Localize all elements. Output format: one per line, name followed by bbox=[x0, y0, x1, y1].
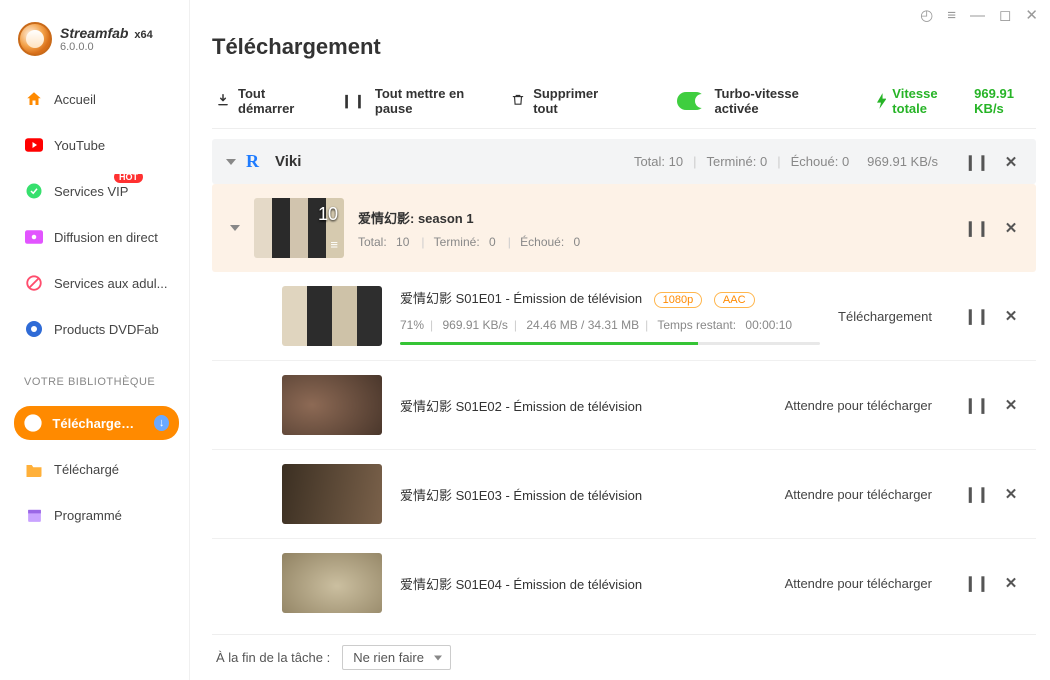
sidebar-section-label: VOTRE BIBLIOTHÈQUE bbox=[24, 376, 179, 388]
episode-thumbnail bbox=[282, 286, 382, 346]
season-title: 爱情幻影: season 1 bbox=[358, 208, 592, 227]
episode-remove-button[interactable]: ✕ bbox=[1000, 574, 1022, 592]
episode-meta: 71%| 969.91 KB/s| 24.46 MB / 34.31 MB| T… bbox=[400, 318, 820, 332]
minimize-icon[interactable]: — bbox=[970, 7, 985, 24]
season-row: 10 ≡ 爱情幻影: season 1 Total: 10| Terminé: … bbox=[212, 184, 1036, 272]
download-all-icon bbox=[216, 93, 230, 110]
source-name: Viki bbox=[275, 153, 301, 170]
episode-row: 爱情幻影 S01E04 - Émission de télévision Att… bbox=[212, 539, 1036, 627]
episode-thumbnail bbox=[282, 464, 382, 524]
source-remove-button[interactable]: ✕ bbox=[1000, 153, 1022, 171]
progress-bar bbox=[400, 342, 820, 345]
sidebar-item-downloading[interactable]: Téléchargement ↓ bbox=[14, 406, 179, 440]
audio-tag: AAC bbox=[714, 292, 755, 308]
sidebar-item-scheduled[interactable]: Programmé bbox=[14, 498, 179, 532]
episode-title: 爱情幻影 S01E03 - Émission de télévision bbox=[400, 485, 767, 504]
sidebar-item-vip[interactable]: Services VIP HOT bbox=[14, 174, 179, 208]
episode-thumbnail bbox=[282, 553, 382, 613]
close-icon[interactable]: ✕ bbox=[1025, 6, 1038, 24]
episode-status: Attendre pour télécharger bbox=[785, 576, 932, 591]
maximize-icon[interactable]: ◻ bbox=[999, 6, 1011, 24]
chevron-down-icon[interactable] bbox=[230, 225, 240, 231]
episode-remove-button[interactable]: ✕ bbox=[1000, 485, 1022, 503]
season-stats: Total: 10| Terminé: 0| Échoué: 0 bbox=[358, 235, 592, 249]
episode-thumbnail bbox=[282, 375, 382, 435]
trash-icon bbox=[511, 92, 525, 110]
folder-icon bbox=[24, 459, 44, 479]
brand: Streamfab x64 6.0.0.0 bbox=[14, 22, 179, 56]
episode-list: 爱情幻影 S01E01 - Émission de télévision 108… bbox=[212, 272, 1036, 627]
sidebar-item-live[interactable]: Diffusion en direct bbox=[14, 220, 179, 254]
total-speed: Vitesse totale 969.91 KB/s bbox=[877, 86, 1032, 116]
adult-icon bbox=[24, 273, 44, 293]
chevron-down-icon[interactable] bbox=[226, 159, 236, 165]
main: Téléchargement Tout démarrer ❙❙ Tout met… bbox=[190, 0, 1050, 680]
episode-title: 爱情幻影 S01E04 - Émission de télévision bbox=[400, 574, 767, 593]
sidebar: Streamfab x64 6.0.0.0 Accueil YouTube Se… bbox=[0, 0, 190, 680]
viki-icon: R bbox=[246, 151, 259, 172]
source-pause-button[interactable]: ❙❙ bbox=[964, 153, 986, 171]
playlist-icon: ≡ bbox=[330, 237, 338, 252]
episode-status: Téléchargement bbox=[838, 309, 932, 324]
episode-pause-button[interactable]: ❙❙ bbox=[964, 307, 986, 325]
sidebar-item-downloaded[interactable]: Téléchargé bbox=[14, 452, 179, 486]
start-all-button[interactable]: Tout démarrer bbox=[216, 86, 305, 116]
season-remove-button[interactable]: ✕ bbox=[1000, 219, 1022, 237]
episode-row: 爱情幻影 S01E02 - Émission de télévision Att… bbox=[212, 361, 1036, 450]
episode-row: 爱情幻影 S01E01 - Émission de télévision 108… bbox=[212, 272, 1036, 361]
app-logo-icon bbox=[18, 22, 52, 56]
after-task-select[interactable]: Ne rien faire bbox=[342, 645, 451, 670]
brand-arch: x64 bbox=[134, 29, 152, 41]
switch-icon bbox=[677, 92, 704, 110]
brand-version: 6.0.0.0 bbox=[60, 41, 153, 53]
youtube-icon bbox=[24, 135, 44, 155]
window-controls: ◴ ≡ — ◻ ✕ bbox=[920, 6, 1038, 24]
dvdfab-icon bbox=[24, 319, 44, 339]
episode-pause-button[interactable]: ❙❙ bbox=[964, 485, 986, 503]
episode-title: 爱情幻影 S01E02 - Émission de télévision bbox=[400, 396, 767, 415]
season-thumbnail: 10 ≡ bbox=[254, 198, 344, 258]
brand-name: Streamfab bbox=[60, 25, 128, 41]
hot-badge: HOT bbox=[114, 174, 143, 183]
sidebar-item-home[interactable]: Accueil bbox=[14, 82, 179, 116]
download-icon bbox=[24, 413, 42, 433]
episode-row: 爱情幻影 S01E03 - Émission de télévision Att… bbox=[212, 450, 1036, 539]
history-icon[interactable]: ◴ bbox=[920, 6, 933, 24]
delete-all-button[interactable]: Supprimer tout bbox=[511, 86, 605, 116]
sidebar-item-adult[interactable]: Services aux adul... bbox=[14, 266, 179, 300]
page-title: Téléchargement bbox=[212, 34, 1036, 60]
episode-remove-button[interactable]: ✕ bbox=[1000, 307, 1022, 325]
episode-status: Attendre pour télécharger bbox=[785, 487, 932, 502]
pause-all-button[interactable]: ❙❙ Tout mettre en pause bbox=[341, 86, 475, 116]
sidebar-item-dvdfab[interactable]: Products DVDFab bbox=[14, 312, 179, 346]
episode-status: Attendre pour télécharger bbox=[785, 398, 932, 413]
vip-icon bbox=[24, 181, 44, 201]
sidebar-item-youtube[interactable]: YouTube bbox=[14, 128, 179, 162]
episode-pause-button[interactable]: ❙❙ bbox=[964, 396, 986, 414]
season-pause-button[interactable]: ❙❙ bbox=[964, 219, 986, 237]
turbo-toggle[interactable]: Turbo-vitesse activée bbox=[677, 86, 821, 116]
source-header: R Viki Total: 10| Terminé: 0| Échoué: 0 … bbox=[212, 139, 1036, 184]
toolbar: Tout démarrer ❙❙ Tout mettre en pause Su… bbox=[212, 78, 1036, 129]
episode-title: 爱情幻影 S01E01 - Émission de télévision bbox=[400, 291, 642, 306]
episode-pause-button[interactable]: ❙❙ bbox=[964, 574, 986, 592]
after-task-label: À la fin de la tâche : bbox=[216, 650, 330, 665]
pause-icon: ❙❙ bbox=[341, 93, 367, 109]
menu-icon[interactable]: ≡ bbox=[947, 7, 956, 24]
download-indicator-icon: ↓ bbox=[154, 415, 169, 431]
footer: À la fin de la tâche : Ne rien faire bbox=[212, 634, 1036, 680]
calendar-icon bbox=[24, 505, 44, 525]
episode-remove-button[interactable]: ✕ bbox=[1000, 396, 1022, 414]
source-stats: Total: 10| Terminé: 0| Échoué: 0 969.91 … bbox=[634, 154, 938, 169]
quality-tag: 1080p bbox=[654, 292, 703, 308]
live-icon bbox=[24, 227, 44, 247]
bolt-icon bbox=[877, 93, 887, 109]
home-icon bbox=[24, 89, 44, 109]
